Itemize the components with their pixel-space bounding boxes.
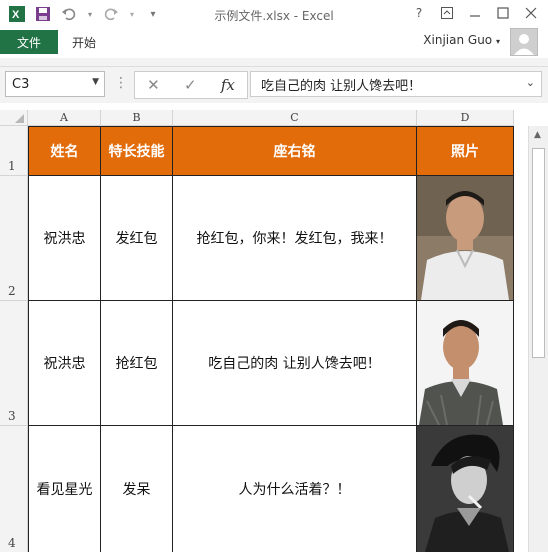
cell-b4[interactable]: 发呆 <box>101 426 173 552</box>
scroll-up-icon[interactable]: ▲ <box>534 130 541 140</box>
cell-c2[interactable]: 抢红包，你来！发红包，我来！ <box>173 176 417 301</box>
name-box-dropdown-icon[interactable]: ▼ <box>92 77 99 87</box>
insert-function-icon[interactable]: fx <box>221 76 235 94</box>
cell-b2[interactable]: 发红包 <box>101 176 173 301</box>
cancel-icon[interactable]: ✕ <box>147 76 160 94</box>
tab-file[interactable]: 文件 <box>0 30 58 54</box>
header-photo[interactable]: 照片 <box>417 126 514 176</box>
name-box-value: C3 <box>12 76 30 92</box>
avatar[interactable] <box>510 28 538 56</box>
row-header-2[interactable]: 2 <box>0 176 28 301</box>
cell-c3[interactable]: 吃自己的肉 让别人馋去吧！ <box>173 301 417 426</box>
header-skill[interactable]: 特长技能 <box>101 126 173 176</box>
user-name-label: Xinjian Guo <box>423 33 493 47</box>
help-icon[interactable]: ? <box>412 6 426 20</box>
chevron-down-icon: ▾ <box>495 37 500 46</box>
maximize-icon[interactable] <box>496 6 510 20</box>
cell-a4[interactable]: 看见星光 <box>28 426 101 552</box>
person-photo-2 <box>417 301 513 425</box>
cell-a2[interactable]: 祝洪忠 <box>28 176 101 301</box>
column-header-d[interactable]: D <box>417 110 514 126</box>
name-box[interactable]: C3 ▼ <box>5 71 105 97</box>
title-bar: X ▾ ▾ ▾ 示例文件.xlsx - Excel ? <box>0 0 548 30</box>
row-header-4[interactable]: 4 <box>0 426 28 552</box>
header-name[interactable]: 姓名 <box>28 126 101 176</box>
window-controls: ? <box>412 6 538 20</box>
formula-bar-splitter-icon[interactable]: ⋮ <box>114 75 128 91</box>
cell-c4[interactable]: 人为什么活着？！ <box>173 426 417 552</box>
user-name[interactable]: Xinjian Guo ▾ <box>423 33 500 47</box>
close-icon[interactable] <box>524 6 538 20</box>
vertical-scrollbar[interactable]: ▲ <box>528 126 548 552</box>
header-motto[interactable]: 座右铭 <box>173 126 417 176</box>
cell-d2[interactable] <box>417 176 514 301</box>
row-header-1[interactable]: 1 <box>0 126 28 176</box>
column-header-a[interactable]: A <box>28 110 101 126</box>
expand-formula-icon[interactable]: ⌄ <box>526 76 535 89</box>
ribbon-display-icon[interactable] <box>440 6 454 20</box>
cell-a3[interactable]: 祝洪忠 <box>28 301 101 426</box>
cell-d4[interactable] <box>417 426 514 552</box>
tab-home[interactable]: 开始 <box>72 30 96 54</box>
formula-bar: C3 ▼ ⋮ ✕ ✓ fx 吃自己的肉 让别人馋去吧！ ⌄ <box>0 67 548 103</box>
column-header-b[interactable]: B <box>101 110 173 126</box>
person-photo-3 <box>417 426 513 552</box>
formula-buttons: ✕ ✓ fx <box>134 71 248 99</box>
formula-content: 吃自己的肉 让别人馋去吧！ <box>261 78 422 94</box>
select-all-corner[interactable] <box>0 110 28 126</box>
ribbon-tabs: 文件 开始 Xinjian Guo ▾ <box>0 28 548 58</box>
minimize-icon[interactable] <box>468 6 482 20</box>
column-header-c[interactable]: C <box>173 110 417 126</box>
scrollbar-thumb[interactable] <box>532 148 545 358</box>
formula-input[interactable]: 吃自己的肉 让别人馋去吧！ ⌄ <box>250 71 542 97</box>
row-header-3[interactable]: 3 <box>0 301 28 426</box>
ribbon-collapsed-strip <box>0 58 548 67</box>
enter-icon[interactable]: ✓ <box>184 76 197 94</box>
cell-b3[interactable]: 抢红包 <box>101 301 173 426</box>
person-photo-1 <box>417 176 513 300</box>
cell-d3[interactable] <box>417 301 514 426</box>
worksheet-grid: A B C D 1 2 3 4 姓名 特长技能 座右铭 照片 祝洪忠 发红包 抢… <box>0 110 528 552</box>
